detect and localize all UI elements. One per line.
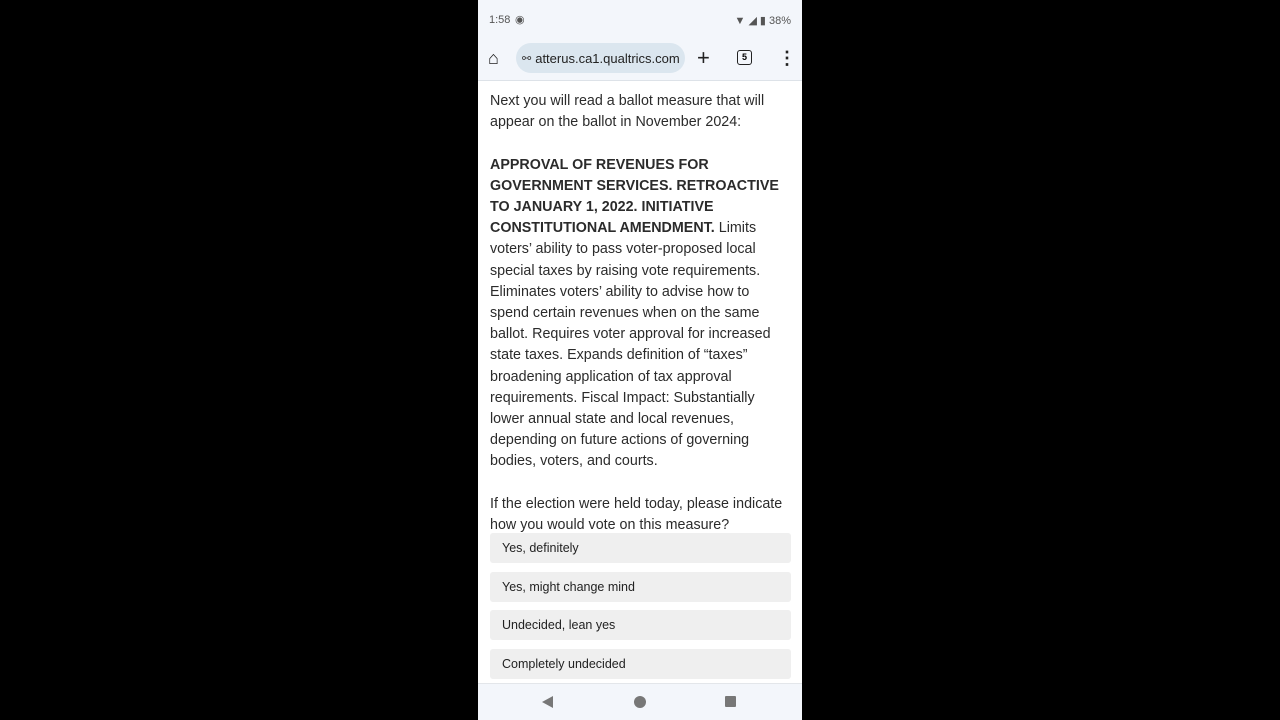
status-bar: 1:58 ◉ ▼ ◢ ▮ 38% [478,0,802,40]
menu-icon[interactable]: ⋮ [778,48,796,68]
tab-switcher-button[interactable]: 5 [737,50,752,65]
new-tab-icon[interactable]: + [697,47,710,69]
url-text[interactable]: atterus.ca1.qualtrics.com [535,51,680,66]
screen-record-icon: ◉ [515,14,525,26]
option-yes-might-change[interactable]: Yes, might change mind [490,571,791,602]
wifi-icon: ▼ [734,14,746,27]
battery-icon: ▮ [759,15,766,27]
address-bar[interactable]: ⚯ atterus.ca1.qualtrics.com [516,43,685,73]
phone-screen: 1:58 ◉ ▼ ◢ ▮ 38% ⌂ ⚯ atterus.ca1.qualtri… [478,0,802,720]
browser-toolbar: ⌂ ⚯ atterus.ca1.qualtrics.com + 5 ⋮ [478,40,802,81]
measure-text: Limits voters’ ability to pass voter-pro… [490,220,771,470]
intro-text: Next you will read a ballot measure that… [490,93,765,131]
home-button-icon[interactable] [634,696,646,708]
back-icon[interactable] [542,696,553,708]
option-completely-undecided[interactable]: Completely undecided [490,648,791,679]
navigation-bar [478,683,802,720]
recents-icon[interactable] [725,696,736,707]
answer-options: Yes, definitely Yes, might change mind U… [490,533,791,687]
home-icon[interactable]: ⌂ [488,48,499,68]
survey-content: Next you will read a ballot measure that… [490,91,790,557]
battery-level: 38% [768,14,791,27]
question-text: If the election were held today, please … [490,495,783,534]
clock: 1:58 [489,14,511,26]
measure-description: APPROVAL OF REVENUES FOR GOVERNMENT SERV… [490,155,790,473]
site-settings-icon[interactable]: ⚯ [522,52,531,65]
option-undecided-lean-yes[interactable]: Undecided, lean yes [490,610,791,640]
signal-icon: ◢ [748,15,757,27]
option-yes-definitely[interactable]: Yes, definitely [490,533,791,563]
